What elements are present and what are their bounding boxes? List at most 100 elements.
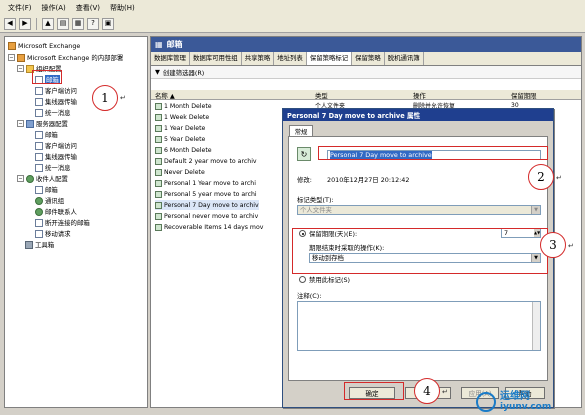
column-type[interactable]: 类型 [315, 91, 328, 100]
tree-item-exchange[interactable]: Microsoft Exchange [8, 40, 80, 51]
table-row[interactable]: Personal never move to archiv [155, 211, 258, 221]
table-row[interactable]: 6 Month Delete [155, 145, 212, 155]
help-icon[interactable]: ? [87, 17, 99, 30]
tab-retention-policy-tags[interactable]: 保留策略标记 [306, 52, 353, 65]
comment-label: 注释(C): [297, 292, 322, 300]
table-row[interactable]: Recoverable Items 14 days mov [155, 222, 263, 232]
collapse-icon[interactable]: − [17, 65, 24, 72]
callout-4: 4 [414, 378, 440, 404]
table-row[interactable]: Default 2 year move to archiv [155, 156, 257, 166]
up-icon[interactable]: ▲ [42, 17, 54, 30]
comment-textarea[interactable] [297, 301, 541, 351]
callout-mark-2: ↵ [556, 174, 562, 182]
dialog-title-bar[interactable]: Personal 7 Day move to archive 属性 [283, 109, 553, 121]
table-row[interactable]: Personal 5 year move to archi [155, 189, 257, 199]
tab-retention-policies[interactable]: 保留策略 [352, 52, 385, 65]
retention-tag-icon [155, 102, 162, 110]
mailbox-icon [35, 185, 43, 194]
table-row[interactable]: 1 Year Delete [155, 123, 205, 133]
modified-value: 2010年12月27日 20:12:42 [327, 176, 410, 184]
retention-tag-icon [155, 168, 162, 176]
callout-box-4 [344, 382, 404, 400]
retention-tag-icon [155, 223, 162, 231]
disable-tag-radio[interactable] [299, 276, 306, 283]
tree-item-server-client-access[interactable]: 客户端访问 [35, 140, 77, 151]
console-tree: Microsoft Exchange − Microsoft Exchange … [4, 36, 148, 408]
column-retention[interactable]: 保留期限 [511, 91, 537, 100]
callout-2: 2 [528, 164, 554, 190]
table-row[interactable]: 5 Year Delete [155, 134, 205, 144]
table-row[interactable]: Personal 1 Year move to archi [155, 178, 256, 188]
tree-item-server-unified-messaging[interactable]: 统一消息 [35, 162, 71, 173]
main-title: 邮箱 [166, 40, 183, 49]
table-row[interactable]: 1 Month Delete [155, 101, 212, 111]
retention-tag-icon [155, 179, 162, 187]
column-action[interactable]: 操作 [413, 91, 426, 100]
tree-item-recipient-mailbox[interactable]: 邮箱 [35, 184, 58, 195]
table-row-selected[interactable]: Personal 7 Day move to archiv [155, 200, 259, 210]
column-name[interactable]: 名称 ▲ [155, 91, 175, 100]
tab-sharing-policy[interactable]: 共享策略 [242, 52, 275, 65]
mailbox-icon [35, 130, 43, 139]
group-icon [35, 196, 43, 205]
menu-bar: 文件(F) 操作(A) 查看(V) 帮助(H) [0, 0, 585, 15]
table-row[interactable]: Never Delete [155, 167, 205, 177]
dropdown-arrow-icon: ▼ [531, 206, 540, 214]
hub-transport-icon [35, 97, 43, 106]
create-filter-label: 创建筛选器(R) [162, 68, 205, 77]
contact-icon [35, 207, 43, 216]
tree-item-server-config[interactable]: − 服务器配置 [17, 118, 68, 129]
tree-item-org-hub-transport[interactable]: 集线器传输 [35, 96, 77, 107]
callout-mark-3: ↵ [568, 242, 574, 250]
console-icon[interactable]: ▣ [102, 17, 114, 30]
collapse-icon[interactable]: − [8, 54, 15, 61]
tab-offline-address-book[interactable]: 脱机通讯簿 [385, 52, 424, 65]
tree-item-toolbox[interactable]: 工具箱 [25, 239, 54, 250]
tag-type-dropdown: 个人文件夹 ▼ [297, 205, 541, 215]
menu-help[interactable]: 帮助(H) [110, 3, 135, 13]
menu-file[interactable]: 文件(F) [8, 3, 32, 13]
show-hide-tree-icon[interactable]: ▤ [57, 17, 69, 30]
callout-3: 3 [540, 232, 566, 258]
callout-box-3 [292, 228, 548, 274]
menu-view[interactable]: 查看(V) [76, 3, 100, 13]
column-header: 名称 ▲ 类型 操作 保留期限 [151, 90, 581, 100]
tree-item-org-unified-messaging[interactable]: 统一消息 [35, 107, 71, 118]
callout-box-2 [318, 146, 548, 160]
comment-scrollbar[interactable] [532, 302, 540, 350]
forward-icon[interactable]: ▶ [19, 17, 31, 30]
back-icon[interactable]: ◀ [4, 17, 16, 30]
tab-address-lists[interactable]: 地址列表 [274, 52, 307, 65]
disable-tag-label: 禁用此标记(S) [309, 276, 350, 284]
menu-action[interactable]: 操作(A) [42, 3, 66, 13]
tree-item-server-hub-transport[interactable]: 集线器传输 [35, 151, 77, 162]
toolbox-icon [25, 240, 33, 249]
create-filter-button[interactable]: ▼ 创建筛选器(R) [151, 66, 581, 79]
tree-item-onpremises[interactable]: − Microsoft Exchange 的内部部署 [8, 52, 123, 63]
tree-item-mail-contact[interactable]: 邮件联系人 [35, 206, 77, 217]
tree-item-recipient-config[interactable]: − 收件人配置 [17, 173, 68, 184]
properties-icon[interactable]: ▦ [72, 17, 84, 30]
tree-item-distribution-group[interactable]: 通讯组 [35, 195, 64, 206]
retention-tag-icon [155, 212, 162, 220]
tree-item-server-mailbox[interactable]: 邮箱 [35, 129, 58, 140]
tree-item-disconnected-mailbox[interactable]: 断开连接的邮箱 [35, 217, 90, 228]
tab-general[interactable]: 常规 [289, 125, 313, 136]
exchange-icon [8, 41, 16, 50]
tree-item-move-request[interactable]: 移动请求 [35, 228, 71, 239]
dialog-title: Personal 7 Day move to archive 属性 [287, 112, 421, 120]
toolbar: ◀ ▶ ▲ ▤ ▦ ? ▣ [0, 15, 585, 33]
collapse-icon[interactable]: − [17, 120, 24, 127]
collapse-icon[interactable]: − [17, 175, 24, 182]
recipient-icon [26, 174, 34, 183]
move-request-icon [35, 229, 43, 238]
tab-dag[interactable]: 数据库可用性组 [190, 52, 242, 65]
tree-item-org-client-access[interactable]: 客户端访问 [35, 85, 77, 96]
callout-box-1 [32, 70, 62, 84]
main-header: ▦ 邮箱 [151, 37, 581, 52]
table-row[interactable]: 1 Week Delete [155, 112, 209, 122]
tab-database-management[interactable]: 数据库管理 [151, 52, 190, 65]
retention-tag-icon [155, 113, 162, 121]
client-access-icon [35, 141, 43, 150]
watermark-url: iyunv.com [500, 402, 552, 412]
